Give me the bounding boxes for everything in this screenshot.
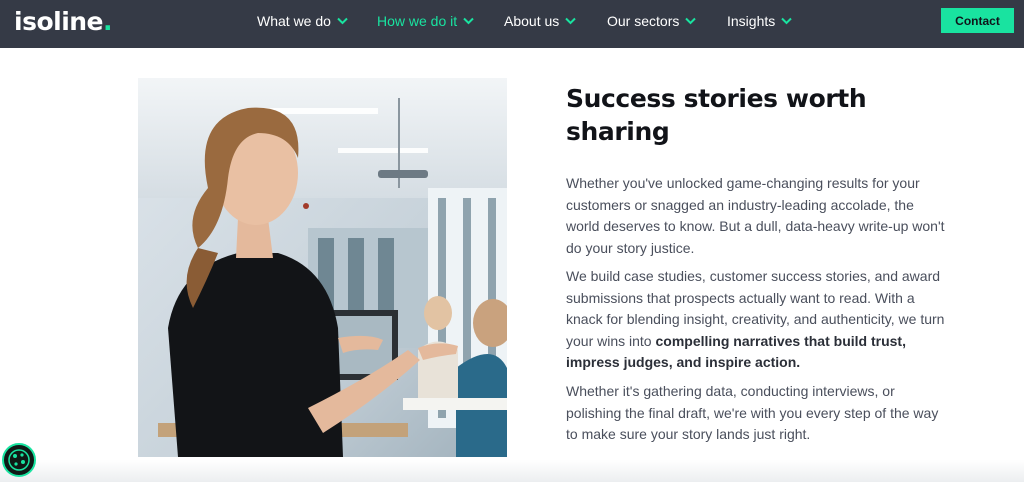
cookie-settings-button[interactable] — [2, 443, 36, 477]
nav-item-label: Our sectors — [607, 13, 680, 29]
nav-item-what-we-do[interactable]: What we do — [257, 13, 348, 29]
contact-button[interactable]: Contact — [941, 8, 1014, 33]
main-menu: What we do How we do it About us Our sec… — [0, 0, 1024, 48]
nav-item-label: Insights — [727, 13, 776, 29]
nav-item-label: About us — [504, 13, 560, 29]
cookie-icon — [8, 449, 30, 471]
nav-item-about-us[interactable]: About us — [504, 13, 576, 29]
chevron-down-icon — [337, 17, 348, 25]
process-paragraph: Whether it's gathering data, conducting … — [566, 383, 939, 442]
page-title: Success stories worth sharing — [566, 84, 867, 146]
presenter-photo — [138, 78, 507, 457]
nav-item-label: What we do — [257, 13, 331, 29]
chevron-down-icon — [565, 17, 576, 25]
chevron-down-icon — [781, 17, 792, 25]
section-divider — [0, 460, 1024, 482]
nav-item-insights[interactable]: Insights — [727, 13, 792, 29]
chevron-down-icon — [685, 17, 697, 25]
top-navigation: isoline. What we do How we do it About u… — [0, 0, 1024, 48]
hero-photo — [138, 78, 507, 457]
nav-item-label: How we do it — [377, 13, 458, 29]
chevron-down-icon — [463, 17, 474, 25]
nav-item-our-sectors[interactable]: Our sectors — [607, 13, 697, 29]
services-paragraph: We build case studies, customer success … — [566, 266, 946, 374]
nav-item-how-we-do-it[interactable]: How we do it — [377, 13, 474, 29]
intro-paragraph: Whether you've unlocked game-changing re… — [566, 175, 945, 256]
